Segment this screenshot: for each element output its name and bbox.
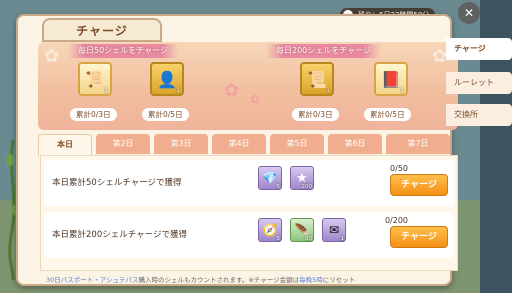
reward-item[interactable]: ✉ 1	[322, 218, 346, 242]
reward-item[interactable]: ★ 200	[290, 166, 314, 190]
flower-icon: ✿	[44, 46, 60, 67]
flower-icon: ✿	[432, 46, 448, 67]
hero-portrait-icon: 👤	[157, 69, 177, 89]
charge-button[interactable]: チャージ	[390, 226, 448, 248]
reward-item[interactable]: 🪶 80	[290, 218, 314, 242]
reward-item[interactable]: 💎 5	[258, 166, 282, 190]
reward-hero-portrait[interactable]: 👤 1	[150, 62, 184, 96]
cumulative-label: 累計0/3日	[292, 108, 339, 121]
close-icon: ✕	[463, 6, 475, 20]
daily-200-label: 毎日200シェルをチャージ	[266, 44, 382, 58]
tab-day-6[interactable]: 第6日	[328, 134, 382, 154]
flower-icon: ✿	[250, 92, 261, 106]
book-icon: 📕	[381, 69, 401, 89]
compass-icon: 🧭	[262, 223, 278, 237]
reward-map-scroll[interactable]: 📜 1	[78, 62, 112, 96]
cumulative-label: 累計0/5日	[364, 108, 411, 121]
tab-day-4[interactable]: 第4日	[212, 134, 266, 154]
cumulative-label: 累計0/3日	[70, 108, 117, 121]
row-description: 本日累計50シェルチャージで獲得	[52, 178, 182, 188]
feather-icon: 🪶	[294, 223, 310, 237]
row-description: 本日累計200シェルチャージで獲得	[52, 230, 187, 240]
flower-icon: ✿	[224, 80, 240, 101]
map-scroll-icon: 📜	[85, 69, 105, 89]
window-title: チャージ	[42, 18, 162, 42]
reward-item[interactable]: 🧭 5	[258, 218, 282, 242]
tab-day-5[interactable]: 第5日	[270, 134, 324, 154]
charge-button[interactable]: チャージ	[390, 174, 448, 196]
close-button[interactable]: ✕	[458, 2, 480, 24]
side-tab-charge[interactable]: チャージ	[446, 38, 512, 60]
tab-day-2[interactable]: 第2日	[96, 134, 150, 154]
tab-day-3[interactable]: 第3日	[154, 134, 208, 154]
blue-crystal-icon: 💎	[262, 171, 278, 185]
charge-panel: チャージ ✿ ✿ ✿ ✿ 毎日50シェルをチャージ 毎日200シェルをチャージ …	[16, 14, 458, 286]
footer-note: 30日パスポート・アシュテパス購入時のシェルもカウントされます。※チャージ金額は…	[46, 276, 356, 284]
tab-day-1[interactable]: 本日	[38, 134, 92, 156]
reward-row-200: 本日累計200シェルチャージで獲得 🧭 5 🪶 80 ✉ 1 0/200 チャー…	[44, 212, 454, 258]
letter-icon: ✉	[328, 223, 340, 237]
cumulative-label: 累計0/5日	[142, 108, 189, 121]
gold-scroll-icon: 📜	[307, 69, 327, 89]
reward-gold-scroll[interactable]: 📜 1	[300, 62, 334, 96]
progress-count: 0/200	[384, 216, 408, 225]
reward-banner: ✿ ✿ ✿ ✿ 毎日50シェルをチャージ 毎日200シェルをチャージ 📜 1 👤…	[38, 42, 458, 130]
side-tab-roulette[interactable]: ルーレット	[446, 72, 512, 94]
tab-day-7[interactable]: 第7日	[386, 134, 450, 154]
reward-row-50: 本日累計50シェルチャージで獲得 💎 5 ★ 200 0/50 チャージ	[44, 160, 454, 206]
side-tab-exchange[interactable]: 交換所	[446, 104, 512, 126]
reward-book[interactable]: 📕 1	[374, 62, 408, 96]
progress-count: 0/50	[390, 164, 408, 173]
daily-50-label: 毎日50シェルをチャージ	[68, 44, 178, 58]
